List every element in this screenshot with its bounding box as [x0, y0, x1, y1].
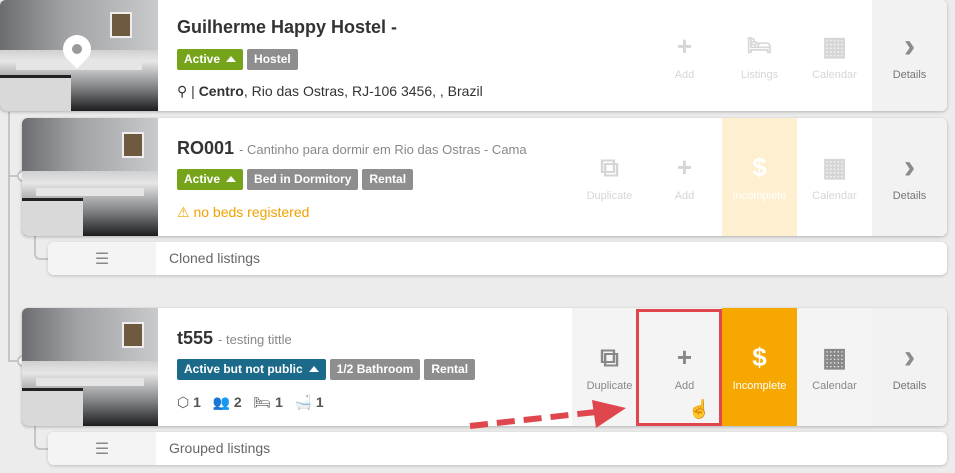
property-thumbnail — [0, 0, 158, 111]
rental-badge: Rental — [424, 359, 476, 380]
dollar-icon: $ — [752, 152, 767, 182]
bathroom-badge: 1/2 Bathroom — [329, 359, 421, 380]
warning-message: ⚠ no beds registered — [177, 204, 310, 220]
listing-actions: ⧉ Duplicate + Add $ Incomplete ▦ Calendar › D… — [572, 118, 947, 236]
type-badge: Hostel — [247, 49, 298, 70]
listing-thumbnail — [22, 308, 158, 426]
location-icon: ⚲ — [177, 83, 188, 99]
chevron-right-icon: › — [903, 148, 916, 186]
listing-actions: ⧉ Duplicate + Add $ Incomplete ▦ Calendar › D… — [572, 308, 947, 426]
listing-title[interactable]: RO001 - Cantinho para dormir em Rio das … — [177, 138, 527, 159]
calendar-icon: ▦ — [822, 342, 847, 372]
status-badge[interactable]: Active but not public — [177, 359, 326, 380]
room-type-badge: Bed in Dormitory — [247, 169, 359, 190]
details-button[interactable]: › Details — [872, 118, 947, 236]
property-card[interactable]: Guilherme Happy Hostel - Active Hostel ⚲… — [0, 0, 947, 111]
duplicate-icon: ⧉ — [600, 342, 619, 372]
add-button[interactable]: + Add — [647, 118, 722, 236]
duplicate-button[interactable]: ⧉ Duplicate — [572, 118, 647, 236]
status-badge[interactable]: Active — [177, 49, 244, 70]
dashed-arrow-icon — [469, 400, 626, 429]
dollar-icon: $ — [752, 342, 767, 372]
listing-thumbnail — [22, 118, 158, 236]
status-badge[interactable]: Active — [177, 169, 244, 190]
grouped-listings-label: Grouped listings — [169, 440, 271, 456]
menu-icon[interactable]: ☰ — [48, 432, 156, 465]
plus-icon: + — [676, 152, 693, 182]
details-button[interactable]: › Details — [872, 0, 947, 111]
menu-icon[interactable]: ☰ — [48, 242, 156, 275]
bed-icon: 🛏 — [746, 34, 773, 57]
plus-icon: + — [676, 30, 693, 61]
cube-icon: ⬡ — [177, 394, 190, 410]
listings-button[interactable]: 🛏 Listings — [722, 0, 797, 111]
hand-cursor-icon: ☝ — [688, 399, 711, 419]
calendar-icon: ▦ — [822, 152, 847, 182]
bathtub-icon: 🛁 — [294, 394, 312, 410]
address: ⚲ | Centro, Rio das Ostras, RJ-106 3456,… — [177, 83, 483, 99]
tree-line-vertical — [8, 112, 10, 362]
listing-counts: ⬡ 1 👥 2 🛏 1 🛁 1 — [177, 394, 324, 410]
calendar-icon: ▦ — [822, 30, 847, 61]
chevron-right-icon: › — [903, 338, 916, 376]
cloned-listings-row[interactable]: ☰ Cloned listings — [48, 242, 947, 275]
property-name[interactable]: Guilherme Happy Hostel - — [177, 17, 397, 38]
guests-icon: 👥 — [212, 394, 231, 410]
rental-badge: Rental — [362, 169, 414, 190]
incomplete-button[interactable]: $ Incomplete — [722, 308, 797, 426]
calendar-button[interactable]: ▦ Calendar — [797, 118, 872, 236]
bed-icon: 🛏 — [253, 394, 272, 410]
duplicate-icon: ⧉ — [600, 152, 619, 182]
cloned-listings-label: Cloned listings — [169, 250, 261, 266]
details-button[interactable]: › Details — [872, 308, 947, 426]
calendar-button[interactable]: ▦ Calendar — [797, 0, 872, 111]
warning-icon: ⚠ — [177, 204, 190, 220]
chevron-right-icon: › — [903, 26, 916, 65]
listing-card-ro001[interactable]: RO001 - Cantinho para dormir em Rio das … — [22, 118, 947, 236]
calendar-button[interactable]: ▦ Calendar — [797, 308, 872, 426]
property-actions: + Add 🛏 Listings ▦ Calendar › Details — [647, 0, 947, 111]
add-button[interactable]: + Add — [647, 0, 722, 111]
incomplete-button[interactable]: $ Incomplete — [722, 118, 797, 236]
listing-title[interactable]: t555 - testing tittle — [177, 328, 292, 349]
